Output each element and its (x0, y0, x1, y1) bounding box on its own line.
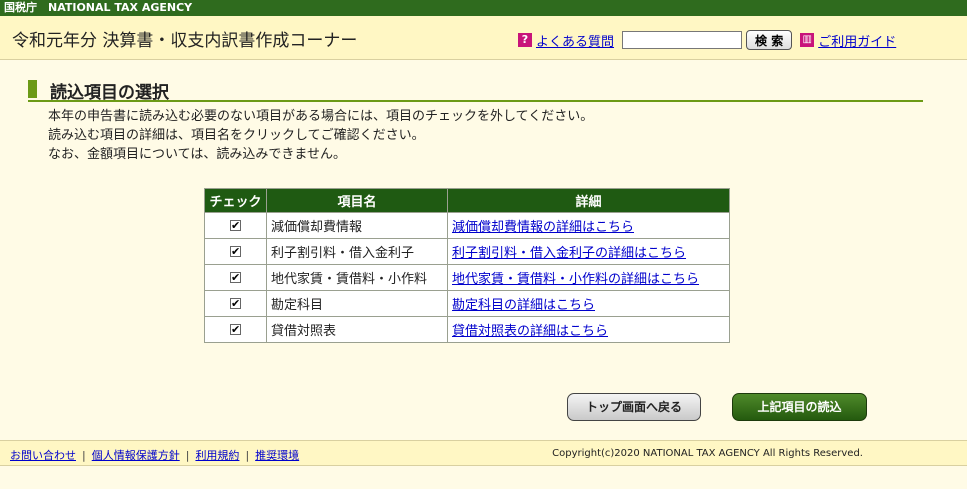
item-name: 減価償却費情報 (266, 212, 448, 239)
item-name: 地代家賃・賃借料・小作料 (266, 264, 448, 291)
agency-bar: 国税庁 NATIONAL TAX AGENCY (0, 0, 967, 16)
footer-link-privacy[interactable]: 個人情報保護方針 (92, 449, 180, 462)
page-title: 令和元年分 決算書・収支内訳書作成コーナー (12, 31, 358, 51)
faq-link[interactable]: よくある質問 (536, 31, 614, 50)
heading-bar-decoration (28, 80, 37, 98)
footer: お問い合わせ | 個人情報保護方針 | 利用規約 | 推奨環境 Copyright(c)20… (0, 440, 967, 466)
copyright: Copyright(c)2020 NATIONAL TAX AGENCY All… (552, 448, 863, 459)
item-name: 利子割引料・借入金利子 (266, 238, 448, 265)
item-checkbox[interactable]: ✔ (230, 220, 241, 231)
column-header-name: 項目名 (266, 188, 448, 213)
item-detail-link[interactable]: 減価償却費情報の詳細はこちら (452, 220, 634, 235)
footer-separator: | (185, 449, 190, 462)
item-name: 貸借対照表 (266, 316, 448, 343)
load-items-button[interactable]: 上記項目の読込 (732, 393, 867, 421)
item-checkbox[interactable]: ✔ (230, 246, 241, 257)
footer-links: お問い合わせ | 個人情報保護方針 | 利用規約 | 推奨環境 (10, 447, 299, 463)
table-row: ✔ 減価償却費情報 減価償却費情報の詳細はこちら (204, 212, 730, 239)
item-detail-link[interactable]: 貸借対照表の詳細はこちら (452, 324, 608, 339)
book-icon[interactable]: ▥ (800, 33, 815, 47)
instruction-line-3: なお、金額項目については、読み込みできません。 (48, 147, 346, 162)
footer-link-environment[interactable]: 推奨環境 (255, 449, 299, 462)
search-input[interactable] (622, 31, 743, 49)
column-header-check: チェック (204, 188, 267, 213)
item-detail-link[interactable]: 地代家賃・賃借料・小作料の詳細はこちら (452, 272, 699, 287)
footer-link-contact[interactable]: お問い合わせ (10, 449, 76, 462)
section-heading-text: 読込項目の選択 (50, 83, 169, 103)
guide-link[interactable]: ご利用ガイド (818, 31, 896, 50)
search-button[interactable]: 検 索 (746, 30, 793, 50)
item-checkbox[interactable]: ✔ (230, 272, 241, 283)
table-row: ✔ 利子割引料・借入金利子 利子割引料・借入金利子の詳細はこちら (204, 238, 730, 265)
footer-link-terms[interactable]: 利用規約 (195, 449, 239, 462)
back-to-top-button[interactable]: トップ画面へ戻る (567, 393, 701, 421)
item-name: 勘定科目 (266, 290, 448, 317)
instruction-line-1: 本年の申告書に読み込む必要のない項目がある場合には、項目のチェックを外してくださ… (48, 109, 594, 124)
table-row: ✔ 貸借対照表 貸借対照表の詳細はこちら (204, 316, 730, 343)
question-icon[interactable]: ? (518, 33, 532, 47)
instructions: 本年の申告書に読み込む必要のない項目がある場合には、項目のチェックを外してくださ… (48, 107, 593, 164)
column-header-detail: 詳細 (447, 188, 730, 213)
page-header: 令和元年分 決算書・収支内訳書作成コーナー ? よくある質問 検 索 ▥ ご利用… (0, 16, 967, 60)
table-row: ✔ 勘定科目 勘定科目の詳細はこちら (204, 290, 730, 317)
footer-separator: | (82, 449, 86, 462)
item-checkbox[interactable]: ✔ (230, 324, 241, 335)
item-checkbox[interactable]: ✔ (230, 298, 241, 309)
help-area: ? よくある質問 検 索 ▥ ご利用ガイド (518, 30, 896, 50)
item-detail-link[interactable]: 勘定科目の詳細はこちら (452, 298, 595, 313)
item-detail-link[interactable]: 利子割引料・借入金利子の詳細はこちら (452, 246, 686, 261)
footer-separator: | (245, 449, 250, 462)
instruction-line-2: 読み込む項目の詳細は、項目名をクリックしてご確認ください。 (48, 128, 425, 143)
table-row: ✔ 地代家賃・賃借料・小作料 地代家賃・賃借料・小作料の詳細はこちら (204, 264, 730, 291)
section-heading: 読込項目の選択 (28, 78, 923, 103)
items-table: チェック 項目名 詳細 ✔ 減価償却費情報 減価償却費情報の詳細はこちら ✔ 利… (204, 188, 730, 343)
